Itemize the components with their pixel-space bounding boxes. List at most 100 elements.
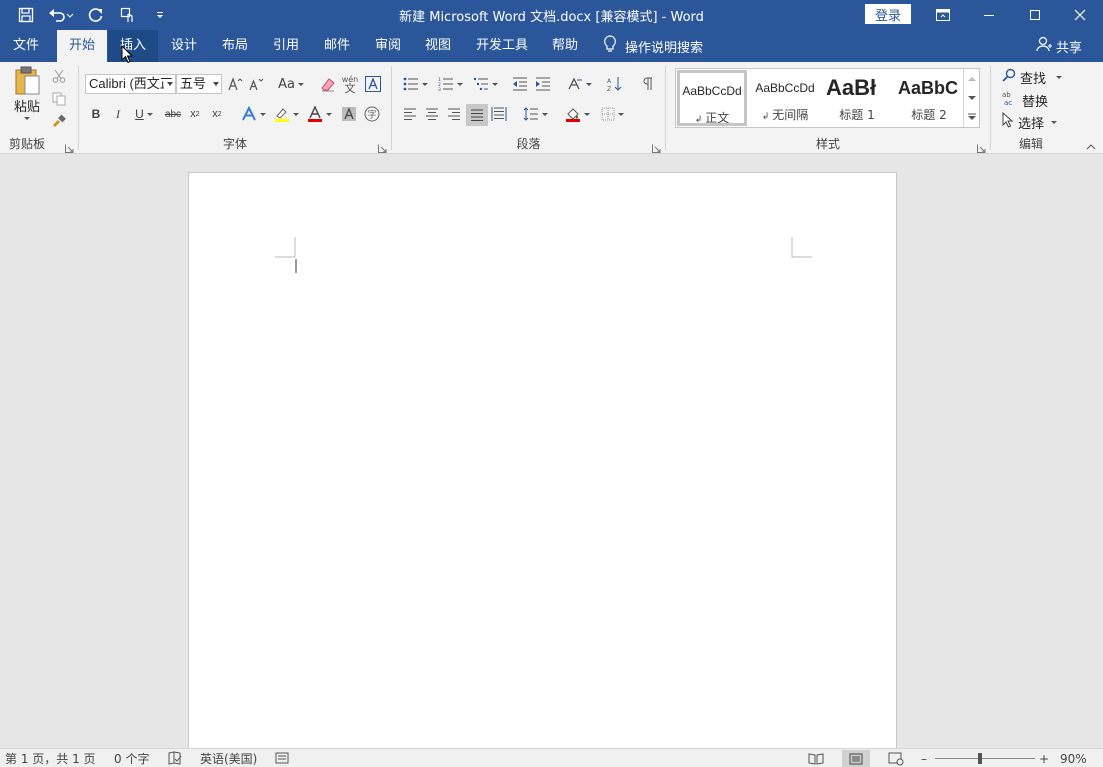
distributed-icon[interactable] xyxy=(489,104,509,124)
multilevel-list-dropdown-icon xyxy=(491,82,498,86)
ribbon: 粘贴 剪贴板 Calibri (西文正文 五号 xyxy=(0,62,1103,154)
macro-recording-icon[interactable] xyxy=(275,751,289,767)
strikethrough-button[interactable]: abc xyxy=(163,104,183,124)
styles-group: 样式 xyxy=(666,62,990,154)
font-size-select[interactable]: 五号 xyxy=(176,74,222,94)
clipboard-group: 粘贴 剪贴板 xyxy=(0,62,78,154)
font-launcher-icon[interactable] xyxy=(378,142,388,153)
shrink-font-icon[interactable] xyxy=(247,74,265,94)
svg-text:字: 字 xyxy=(367,109,376,121)
underline-button[interactable]: U xyxy=(131,104,157,124)
clear-formatting-icon[interactable] xyxy=(319,74,337,94)
grow-font-icon[interactable] xyxy=(226,74,244,94)
numbering-button[interactable]: 123 xyxy=(435,74,465,94)
superscript-button[interactable]: x2 xyxy=(208,104,226,124)
align-right-icon[interactable] xyxy=(444,104,464,124)
svg-text:A: A xyxy=(607,78,612,85)
borders-button[interactable] xyxy=(597,104,627,124)
bold-button[interactable]: B xyxy=(87,104,105,124)
paste-dropdown-icon[interactable] xyxy=(24,117,30,120)
highlight-color-button[interactable] xyxy=(272,104,300,124)
zoom-in-button[interactable]: + xyxy=(1039,751,1049,767)
sort-icon[interactable]: AZ xyxy=(605,74,625,94)
document-area xyxy=(0,155,1103,752)
text-effects-button[interactable] xyxy=(239,104,267,124)
character-border-icon[interactable] xyxy=(364,74,382,94)
subscript-button[interactable]: x2 xyxy=(186,104,204,124)
mouse-cursor-icon xyxy=(121,45,133,64)
read-mode-icon[interactable] xyxy=(802,750,830,767)
tab-insert[interactable]: 插入 xyxy=(108,30,158,62)
language-indicator[interactable]: 英语(美国) xyxy=(200,751,257,767)
web-layout-icon[interactable] xyxy=(882,750,910,767)
font-color-button[interactable] xyxy=(305,104,333,124)
zoom-level[interactable]: 90% xyxy=(1060,751,1087,767)
character-shading-icon[interactable] xyxy=(340,104,358,124)
font-group: Calibri (西文正文 五号 Aa wén 文 B I U abc xyxy=(79,62,391,154)
multilevel-list-button[interactable] xyxy=(470,74,500,94)
paragraph-launcher-icon[interactable] xyxy=(652,142,662,153)
touch-mode-icon[interactable] xyxy=(114,4,142,26)
editing-group-label: 编辑 xyxy=(1018,137,1043,151)
tab-help[interactable]: 帮助 xyxy=(540,30,590,62)
share-label: 共享 xyxy=(1056,40,1083,56)
change-case-button[interactable]: Aa xyxy=(275,74,307,94)
chinese-layout-button[interactable] xyxy=(564,74,594,94)
paragraph-group-label: 段落 xyxy=(516,137,541,151)
paste-button[interactable]: 粘贴 xyxy=(8,66,46,128)
phonetic-guide-button[interactable]: wén 文 xyxy=(341,72,359,96)
document-page[interactable] xyxy=(188,172,897,752)
maximize-icon[interactable] xyxy=(1012,0,1058,30)
ribbon-display-options-icon[interactable] xyxy=(920,0,966,30)
tab-layout[interactable]: 布局 xyxy=(211,30,259,62)
bullets-button[interactable] xyxy=(400,74,430,94)
increase-indent-icon[interactable] xyxy=(533,74,553,94)
minimize-icon[interactable] xyxy=(966,0,1012,30)
word-count[interactable]: 0 个字 xyxy=(114,751,149,767)
format-painter-icon[interactable] xyxy=(49,112,69,130)
tab-developer[interactable]: 开发工具 xyxy=(470,30,534,62)
print-layout-icon[interactable] xyxy=(842,750,870,767)
align-left-icon[interactable] xyxy=(400,104,420,124)
tell-me-search[interactable]: 操作说明搜索 xyxy=(603,30,703,62)
decrease-indent-icon[interactable] xyxy=(510,74,530,94)
tab-review[interactable]: 审阅 xyxy=(364,30,412,62)
tell-me-label: 操作说明搜索 xyxy=(625,40,704,56)
tab-view[interactable]: 视图 xyxy=(414,30,462,62)
styles-launcher-icon[interactable] xyxy=(977,142,987,153)
copy-icon[interactable] xyxy=(49,90,69,108)
close-icon[interactable] xyxy=(1057,0,1103,30)
ribbon-tab-row: 文件 开始 插入 设计 布局 引用 邮件 审阅 视图 开发工具 帮助 操作说明搜… xyxy=(0,30,1103,62)
customize-qat-icon[interactable] xyxy=(146,4,174,26)
cut-icon[interactable] xyxy=(49,67,69,85)
login-button[interactable]: 登录 xyxy=(865,4,911,24)
line-spacing-button[interactable] xyxy=(520,104,550,124)
align-center-icon[interactable] xyxy=(422,104,442,124)
collapse-ribbon-icon[interactable] xyxy=(1084,142,1098,152)
share-button[interactable]: 共享 xyxy=(1036,30,1082,62)
tab-design[interactable]: 设计 xyxy=(160,30,208,62)
undo-icon[interactable] xyxy=(44,4,78,26)
justify-icon[interactable] xyxy=(466,104,488,126)
save-icon[interactable] xyxy=(12,4,40,26)
font-name-select[interactable]: Calibri (西文正文 xyxy=(85,74,176,94)
italic-button[interactable]: I xyxy=(109,104,127,124)
line-spacing-dropdown-icon xyxy=(541,112,548,116)
zoom-out-button[interactable]: – xyxy=(921,751,927,767)
font-group-label: 字体 xyxy=(222,137,247,151)
show-formatting-marks-icon[interactable] xyxy=(638,74,658,94)
zoom-slider-thumb[interactable] xyxy=(978,753,982,764)
tab-mailings[interactable]: 邮件 xyxy=(313,30,361,62)
tab-references[interactable]: 引用 xyxy=(262,30,310,62)
tab-file[interactable]: 文件 xyxy=(0,30,52,62)
page-count[interactable]: 第 1 页，共 1 页 xyxy=(5,751,96,767)
chinese-layout-dropdown-icon xyxy=(585,82,592,86)
zoom-slider[interactable] xyxy=(935,758,1035,759)
enclose-characters-icon[interactable]: 字 xyxy=(363,104,381,124)
text-effects-dropdown-icon xyxy=(259,112,266,116)
tab-home[interactable]: 开始 xyxy=(57,30,107,62)
redo-icon[interactable] xyxy=(82,4,110,26)
shading-button[interactable] xyxy=(562,104,592,124)
proofing-icon[interactable] xyxy=(168,751,182,767)
clipboard-launcher-icon[interactable] xyxy=(65,142,75,153)
